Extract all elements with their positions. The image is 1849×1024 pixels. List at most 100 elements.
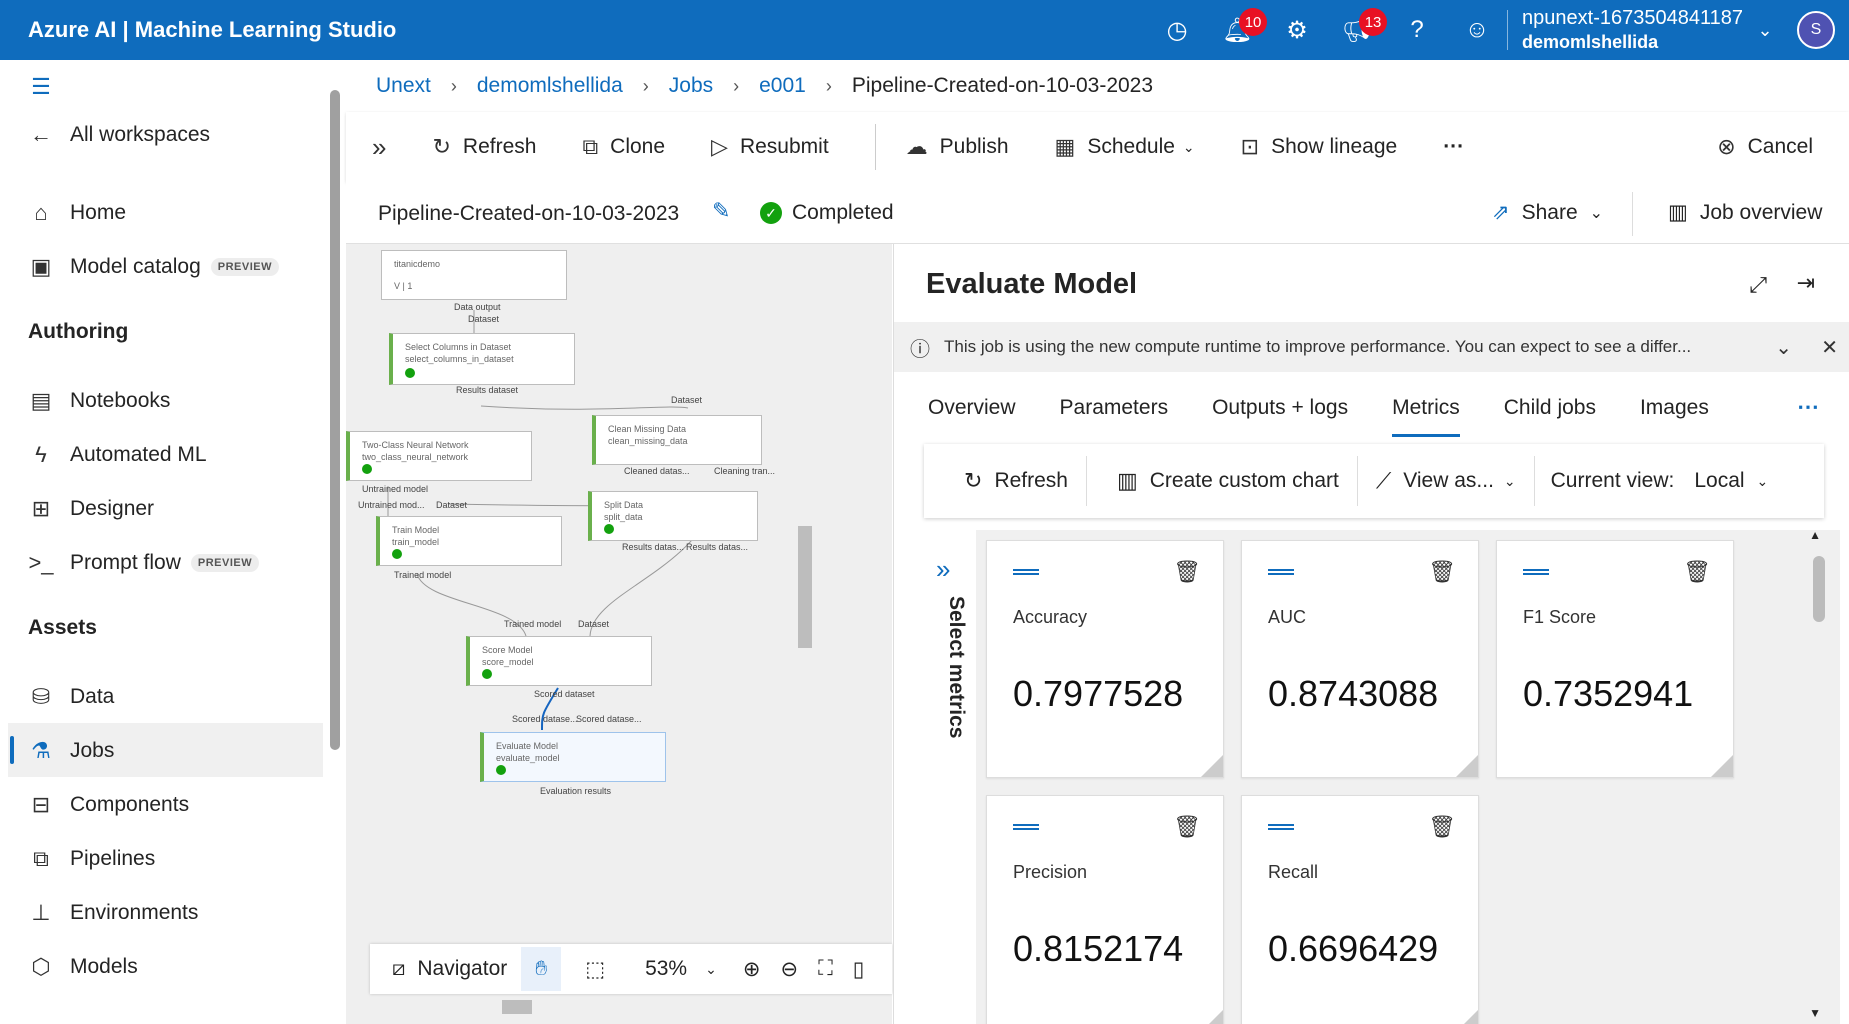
breadcrumb-experiment[interactable]: e001 [759, 74, 806, 98]
share-button[interactable]: ⇗ Share ⌄ [1492, 200, 1603, 225]
tab-metrics[interactable]: Metrics [1392, 396, 1460, 437]
sidebar-item-data[interactable]: ⛁ Data [28, 684, 115, 710]
trash-icon[interactable]: 🗑︎ [1173, 559, 1201, 585]
node-split-data[interactable]: Split Data split_data [588, 491, 758, 541]
node-score-model[interactable]: Score Model score_model [466, 636, 652, 686]
app-title[interactable]: Azure AI | Machine Learning Studio [28, 17, 396, 43]
tab-child-jobs[interactable]: Child jobs [1504, 396, 1596, 437]
sidebar-item-models[interactable]: ⬡ Models [28, 954, 137, 980]
sidebar-item-prompt-flow[interactable]: >_ Prompt flow PREVIEW [28, 550, 260, 576]
trash-icon[interactable]: 🗑︎ [1428, 814, 1456, 840]
scroll-up-icon[interactable]: ▲ [1809, 528, 1821, 542]
metric-card-accuracy[interactable]: 🗑︎ Accuracy 0.7977528 [986, 540, 1224, 778]
edit-pencil-icon[interactable]: ✎ [712, 198, 730, 224]
metric-card-f1-score[interactable]: 🗑︎ F1 Score 0.7352941 [1496, 540, 1734, 778]
node-clean-missing-data[interactable]: Clean Missing Data clean_missing_data [592, 415, 762, 465]
trash-icon[interactable]: 🗑︎ [1173, 814, 1201, 840]
avatar[interactable]: S [1797, 11, 1835, 49]
job-overview-button[interactable]: ▥ Job overview [1668, 200, 1822, 225]
canvas-scrollbar-thumb[interactable] [798, 526, 812, 648]
node-titanicdemo[interactable]: titanicdemo V | 1 [381, 250, 567, 300]
fit-to-screen-icon[interactable]: ⛶ [818, 957, 833, 981]
resize-handle[interactable] [1456, 755, 1478, 777]
view-as-dropdown[interactable]: ⟋ View as... ⌄ [1376, 468, 1516, 494]
tab-parameters[interactable]: Parameters [1060, 396, 1169, 437]
metric-card-recall[interactable]: 🗑︎ Recall 0.6696429 [1241, 795, 1479, 1024]
node-evaluate-model[interactable]: Evaluate Model evaluate_model [480, 732, 666, 782]
actual-size-icon[interactable]: ▯ [853, 957, 865, 982]
breadcrumb-jobs[interactable]: Jobs [669, 74, 713, 98]
sidebar-scrollbar-thumb[interactable] [330, 90, 340, 750]
sidebar-item-environments[interactable]: ⊥ Environments [28, 900, 198, 926]
resize-handle[interactable] [1456, 1010, 1478, 1024]
sidebar-item-model-catalog[interactable]: ▣ Model catalog PREVIEW [28, 254, 279, 280]
metric-card-precision[interactable]: 🗑︎ Precision 0.8152174 [986, 795, 1224, 1024]
chevron-down-icon[interactable]: ⌄ [1775, 335, 1792, 360]
scroll-down-icon[interactable]: ▼ [1809, 1006, 1821, 1020]
sidebar-item-designer[interactable]: ⊞ Designer [28, 496, 154, 522]
trash-icon[interactable]: 🗑︎ [1683, 559, 1711, 585]
chevron-down-icon[interactable]: ⌄ [705, 961, 717, 978]
show-lineage-button[interactable]: ⊡ Show lineage [1241, 134, 1398, 160]
trash-icon[interactable]: 🗑︎ [1428, 559, 1456, 585]
breadcrumb-unext[interactable]: Unext [376, 74, 431, 98]
node-select-columns[interactable]: Select Columns in Dataset select_columns… [389, 333, 575, 385]
close-panel-icon[interactable]: ⇥ [1797, 270, 1815, 296]
account-info[interactable]: npunext-1673504841187 demomlshellida [1522, 6, 1743, 54]
pan-hand-icon[interactable]: ✋︎ [521, 947, 562, 991]
navigator-button[interactable]: ⧄ Navigator [392, 957, 507, 981]
drag-handle-icon[interactable] [1013, 824, 1039, 830]
metric-card-auc[interactable]: 🗑︎ AUC 0.8743088 [1241, 540, 1479, 778]
select-pointer-icon[interactable]: ⬚ [585, 957, 605, 982]
publish-button[interactable]: ☁ Publish [906, 134, 1009, 160]
more-options-button[interactable]: ··· [1443, 135, 1464, 159]
chevron-down-icon[interactable]: ⌄ [1743, 0, 1787, 60]
tab-overview[interactable]: Overview [928, 396, 1016, 437]
cancel-button[interactable]: ⊗ Cancel [1717, 134, 1813, 160]
select-metrics-toggle[interactable]: » Select metrics [924, 540, 976, 1010]
node-two-class-neural-network[interactable]: Two-Class Neural Network two_class_neura… [346, 431, 532, 481]
current-view-dropdown[interactable]: Local ⌄ [1694, 469, 1768, 493]
hamburger-menu-icon[interactable]: ☰ [28, 74, 70, 100]
sidebar-item-notebooks[interactable]: ▤ Notebooks [28, 388, 171, 414]
breadcrumb-workspace[interactable]: demomlshellida [477, 74, 623, 98]
history-icon[interactable]: ◷ [1147, 0, 1207, 60]
more-tabs-icon[interactable]: ⋯ [1797, 394, 1819, 420]
expand-icon[interactable]: ⤢ [1749, 272, 1767, 298]
tab-outputs-logs[interactable]: Outputs + logs [1212, 396, 1348, 437]
resize-handle[interactable] [1711, 755, 1733, 777]
notifications-bell-icon[interactable]: 🔔︎ 10 [1207, 0, 1268, 60]
drag-handle-icon[interactable] [1268, 824, 1294, 830]
sidebar-item-jobs[interactable]: ⚗ Jobs [28, 738, 114, 764]
sidebar-item-automated-ml[interactable]: ϟ Automated ML [28, 442, 206, 468]
resize-handle[interactable] [1201, 755, 1223, 777]
clone-button[interactable]: ⧉ Clone [582, 134, 665, 160]
zoom-level[interactable]: 53% [645, 957, 687, 981]
sidebar-item-components[interactable]: ⊟ Components [28, 792, 189, 818]
drag-handle-icon[interactable] [1013, 569, 1039, 575]
tab-images[interactable]: Images [1640, 396, 1709, 437]
expand-panel-button[interactable]: » [372, 132, 398, 163]
resubmit-button[interactable]: ▷ Resubmit [711, 134, 829, 160]
sidebar-item-all-workspaces[interactable]: ← All workspaces [28, 122, 210, 148]
zoom-in-icon[interactable]: ⊕ [743, 957, 761, 982]
sidebar-item-pipelines[interactable]: ⧉ Pipelines [28, 846, 155, 872]
pipeline-canvas[interactable]: titanicdemo V | 1 Data output Dataset Se… [346, 244, 892, 1024]
node-train-model[interactable]: Train Model train_model [376, 516, 562, 566]
feedback-smiley-icon[interactable]: ☺ [1447, 0, 1507, 60]
schedule-button[interactable]: ▦ Schedule ⌄ [1055, 134, 1195, 160]
drag-handle-icon[interactable] [1268, 569, 1294, 575]
canvas-hscrollbar-thumb[interactable] [502, 1000, 532, 1014]
sidebar-item-home[interactable]: ⌂ Home [28, 200, 126, 226]
announcements-megaphone-icon[interactable]: 📢︎ 13 [1327, 0, 1388, 60]
metrics-refresh-button[interactable]: ↻ Refresh [964, 468, 1068, 494]
help-icon[interactable]: ? [1387, 0, 1447, 60]
metrics-scrollbar-thumb[interactable] [1813, 556, 1825, 622]
refresh-button[interactable]: ↻ Refresh [432, 134, 536, 160]
zoom-out-icon[interactable]: ⊖ [780, 957, 798, 982]
settings-gear-icon[interactable]: ⚙ [1267, 0, 1327, 60]
close-icon[interactable]: ✕ [1821, 335, 1838, 360]
drag-handle-icon[interactable] [1523, 569, 1549, 575]
create-custom-chart-button[interactable]: ▥ Create custom chart [1117, 468, 1339, 494]
resize-handle[interactable] [1201, 1010, 1223, 1024]
